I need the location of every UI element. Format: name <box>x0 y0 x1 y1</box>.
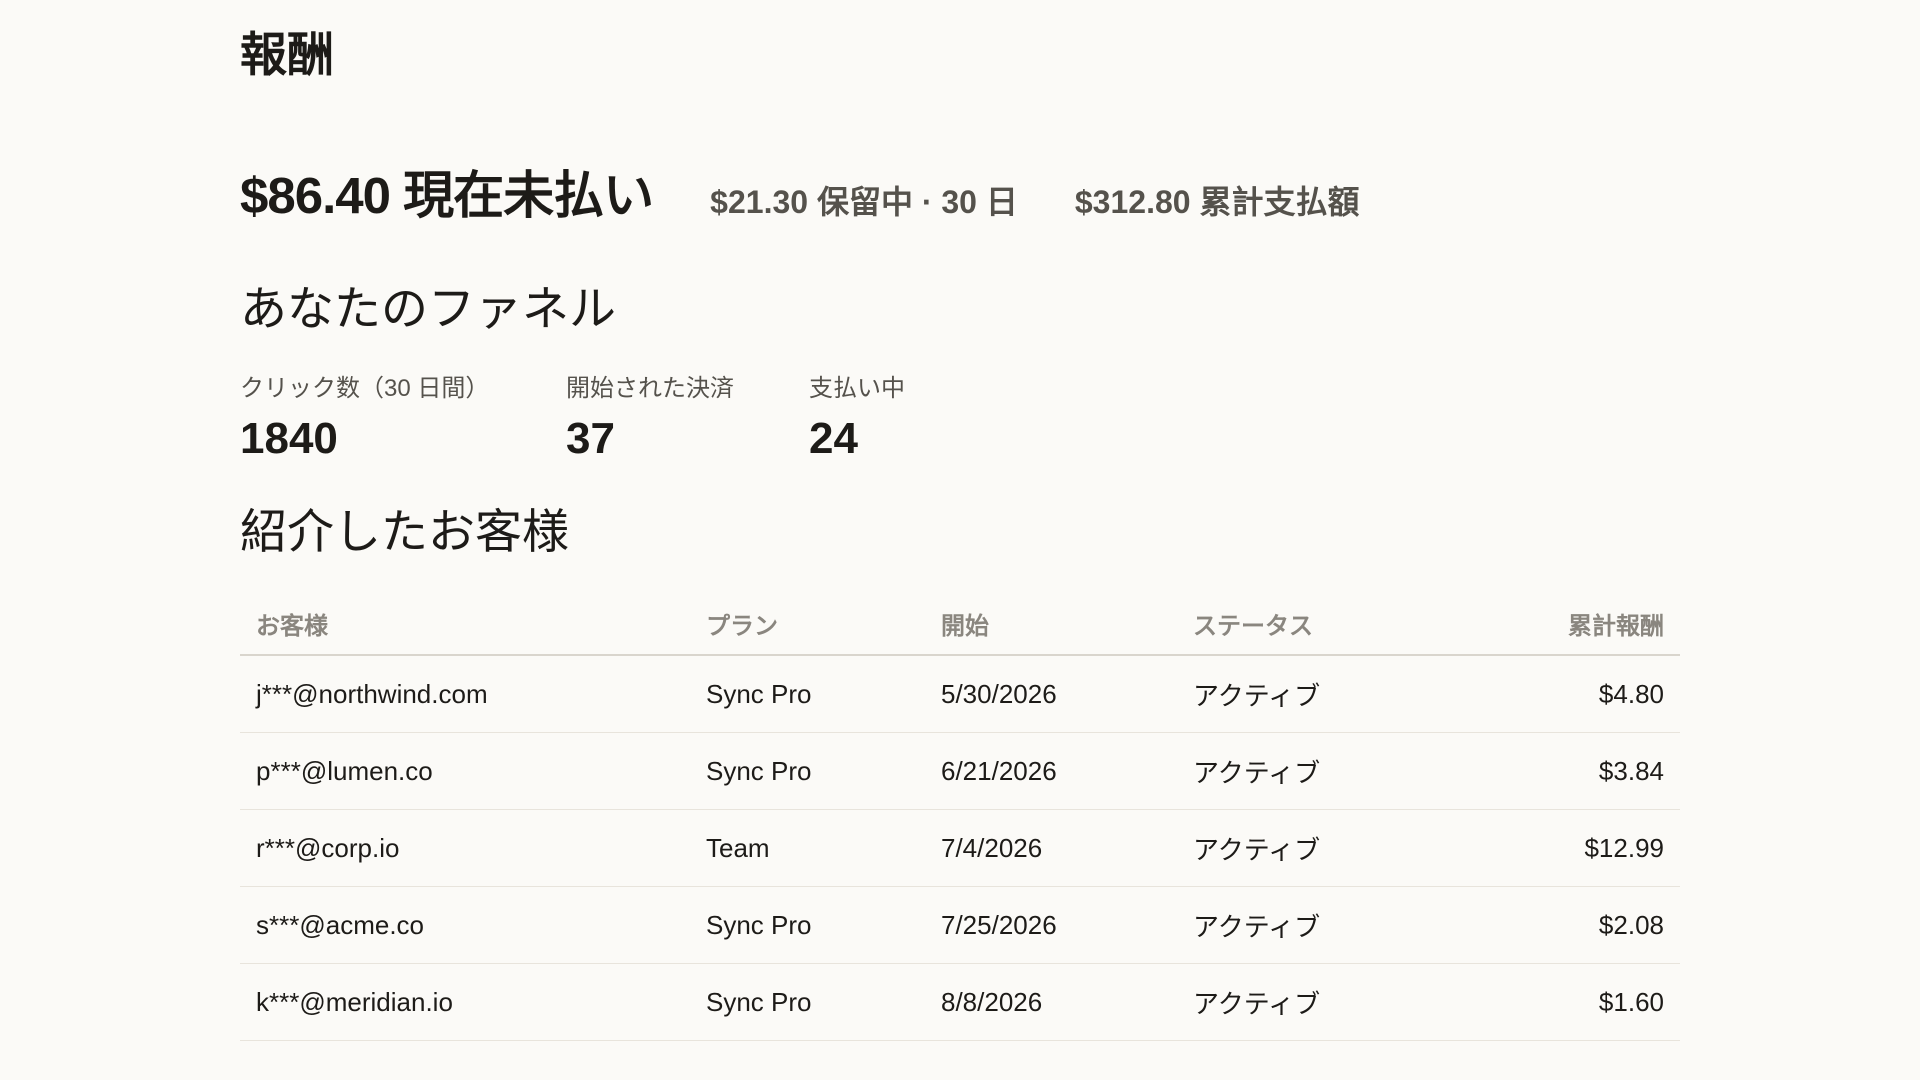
customers-title: 紹介したお客様 <box>240 505 569 558</box>
funnel-stats: クリック数（30 日間） 1840 開始された決済 37 支払い中 24 <box>240 374 1680 464</box>
table-row: s***@acme.co Sync Pro 7/25/2026 アクティブ $2… <box>240 886 1680 964</box>
cell-status: アクティブ <box>1177 655 1457 733</box>
page-title: 報酬 <box>240 28 334 81</box>
cell-customer: k***@meridian.io <box>240 963 690 1041</box>
cell-status: アクティブ <box>1177 886 1457 964</box>
cell-customer: j***@northwind.com <box>240 655 690 733</box>
column-header-customer: お客様 <box>240 592 690 656</box>
cell-start: 5/30/2026 <box>925 655 1177 733</box>
cell-earnings: $12.99 <box>1457 809 1680 887</box>
cell-earnings: $2.08 <box>1457 886 1680 964</box>
unpaid-balance: $86.40 現在未払い <box>240 167 654 224</box>
balance-summary: $86.40 現在未払い $21.30 保留中 · 30 日 $312.80 累… <box>240 154 1680 228</box>
funnel-stat-label: 支払い中 <box>809 375 905 402</box>
funnel-stat-paying: 支払い中 24 <box>809 374 1009 464</box>
earnings-page: 報酬 $86.40 現在未払い $21.30 保留中 · 30 日 $312.8… <box>0 0 1920 1080</box>
column-header-earnings: 累計報酬 <box>1457 592 1680 656</box>
cell-customer: r***@corp.io <box>240 809 690 887</box>
cell-plan: Team <box>690 809 925 887</box>
funnel-stat-clicks: クリック数（30 日間） 1840 <box>240 374 566 464</box>
cell-plan: Sync Pro <box>690 886 925 964</box>
column-header-plan: プラン <box>690 592 925 656</box>
funnel-stat-value: 37 <box>566 414 615 463</box>
table-header-row: お客様 プラン 開始 ステータス 累計報酬 <box>240 592 1680 656</box>
cell-start: 7/4/2026 <box>925 809 1177 887</box>
column-header-start: 開始 <box>925 592 1177 656</box>
table-row: r***@corp.io Team 7/4/2026 アクティブ $12.99 <box>240 809 1680 887</box>
table-row: k***@meridian.io Sync Pro 8/8/2026 アクティブ… <box>240 963 1680 1041</box>
total-paid-balance: $312.80 累計支払額 <box>1074 184 1360 220</box>
cell-earnings: $1.60 <box>1457 963 1680 1041</box>
cell-earnings: $4.80 <box>1457 655 1680 733</box>
cell-start: 6/21/2026 <box>925 732 1177 810</box>
funnel-stat-value: 1840 <box>240 414 338 463</box>
cell-status: アクティブ <box>1177 732 1457 810</box>
cell-status: アクティブ <box>1177 963 1457 1041</box>
funnel-stat-label: クリック数（30 日間） <box>240 375 490 402</box>
column-header-status: ステータス <box>1177 592 1457 656</box>
funnel-stat-label: 開始された決済 <box>566 375 734 402</box>
cell-earnings: $3.84 <box>1457 732 1680 810</box>
cell-status: アクティブ <box>1177 809 1457 887</box>
cell-start: 7/25/2026 <box>925 886 1177 964</box>
funnel-title: あなたのファネル <box>240 282 616 335</box>
cell-plan: Sync Pro <box>690 655 925 733</box>
table-row: p***@lumen.co Sync Pro 6/21/2026 アクティブ $… <box>240 732 1680 810</box>
cell-customer: s***@acme.co <box>240 886 690 964</box>
cell-customer: p***@lumen.co <box>240 732 690 810</box>
funnel-stat-value: 24 <box>809 414 858 463</box>
cell-plan: Sync Pro <box>690 963 925 1041</box>
customers-table: お客様 プラン 開始 ステータス 累計報酬 j***@northwind.com… <box>240 592 1680 1041</box>
funnel-stat-checkouts: 開始された決済 37 <box>566 374 809 464</box>
cell-plan: Sync Pro <box>690 732 925 810</box>
cell-start: 8/8/2026 <box>925 963 1177 1041</box>
pending-balance: $21.30 保留中 · 30 日 <box>710 184 1018 220</box>
table-row: j***@northwind.com Sync Pro 5/30/2026 アク… <box>240 655 1680 733</box>
